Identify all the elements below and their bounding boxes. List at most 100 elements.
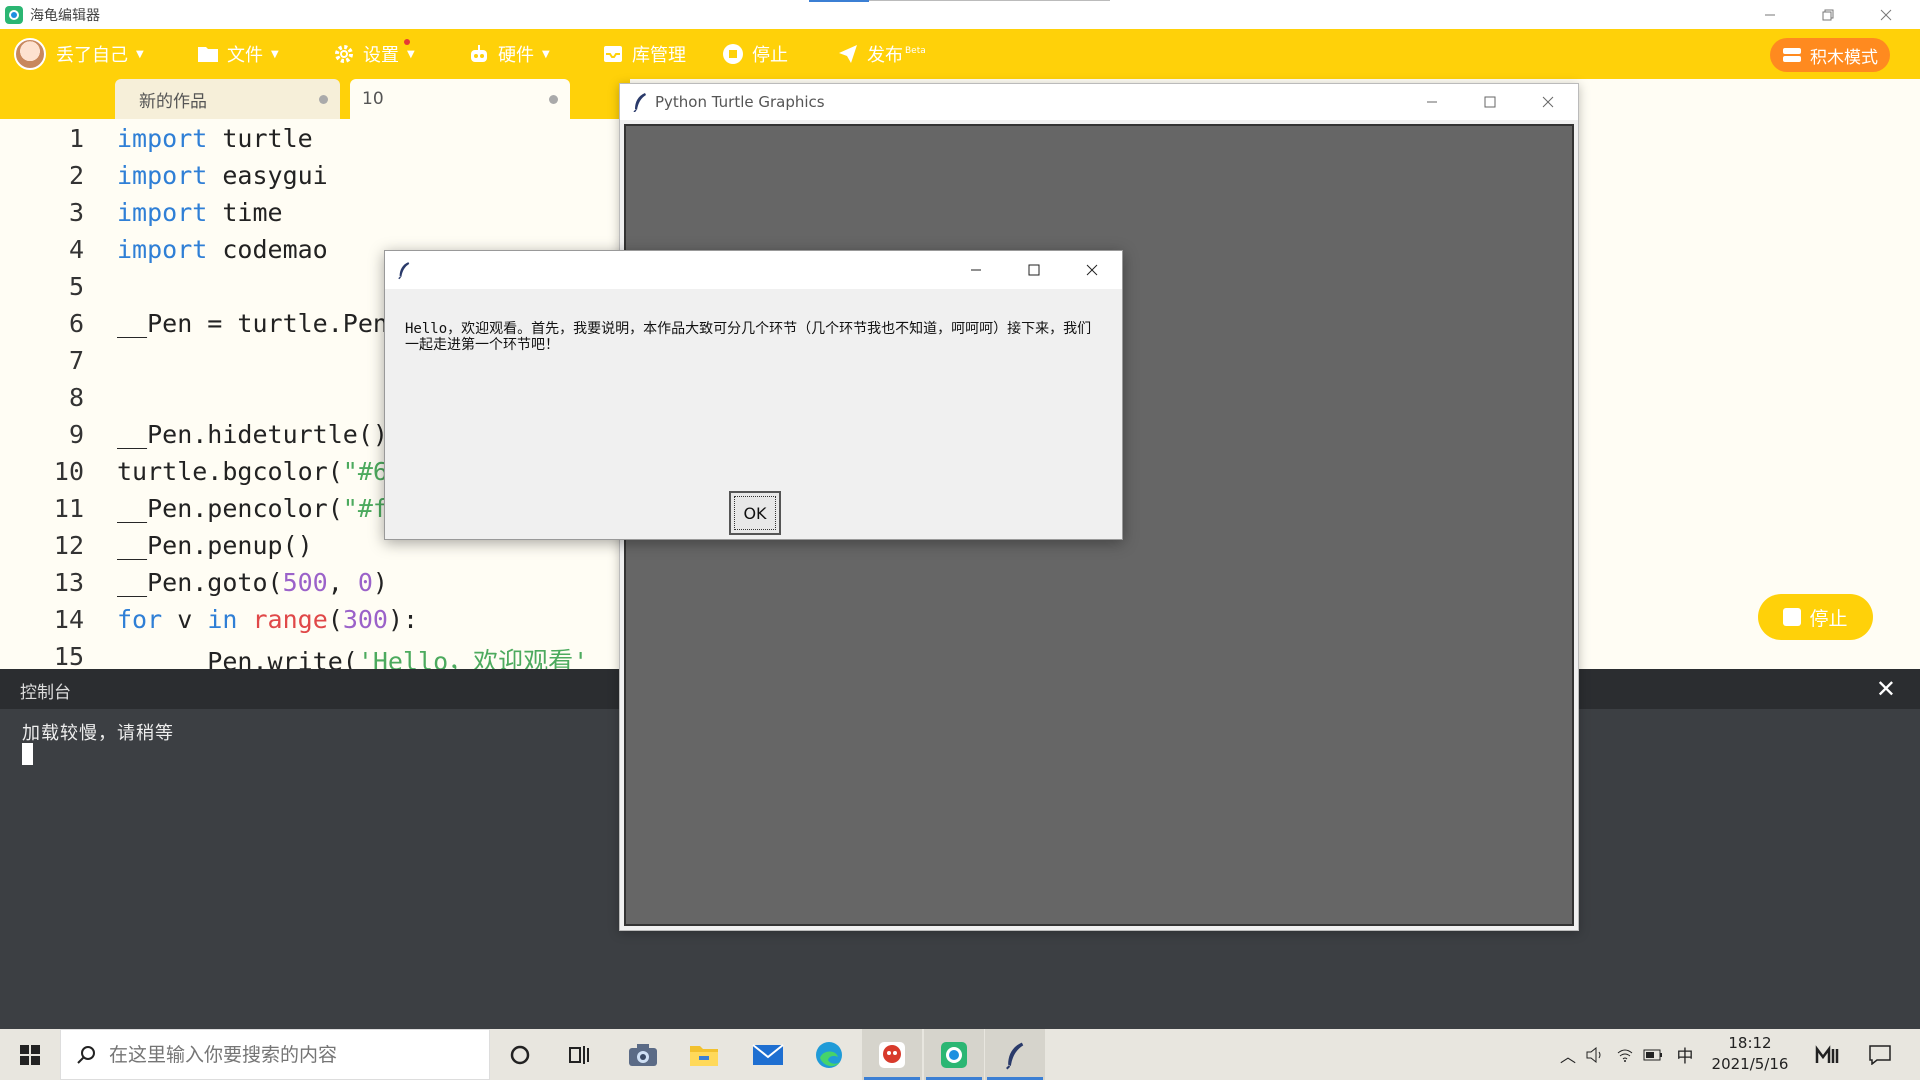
volume-button[interactable] <box>1582 1029 1608 1080</box>
stop-button[interactable]: 停止 <box>722 29 788 79</box>
close-button[interactable] <box>1063 251 1121 289</box>
library-button[interactable]: 库管理 <box>602 29 686 79</box>
user-name: 丢了自己 <box>56 45 128 66</box>
cortana-button[interactable] <box>490 1029 550 1080</box>
folder-icon <box>198 47 218 62</box>
search-input[interactable] <box>109 1043 469 1066</box>
settings-menu-label: 设置 <box>363 45 399 66</box>
notification-center-button[interactable] <box>1860 1029 1900 1080</box>
floating-stop-label: 停止 <box>1809 607 1848 630</box>
title-bar: 海龟编辑器 <box>0 0 1920 29</box>
paper-plane-icon <box>839 45 857 63</box>
blocks-icon <box>1783 48 1801 62</box>
battery-button[interactable] <box>1640 1029 1666 1080</box>
minimize-icon <box>1427 101 1437 103</box>
library-label: 库管理 <box>632 45 686 66</box>
clock-date: 2021/5/16 <box>1711 1055 1789 1073</box>
windows-logo-icon <box>20 1044 40 1065</box>
maximize-button[interactable] <box>1005 251 1063 289</box>
tab-10[interactable]: 10 <box>350 79 570 119</box>
show-hidden-icons-button[interactable]: ︿ <box>1556 1029 1580 1080</box>
clock[interactable]: 18:12 2021/5/16 <box>1705 1033 1795 1075</box>
clock-time: 18:12 <box>1728 1034 1772 1052</box>
message-dialog: Hello，欢迎观看。首先，我要说明，本作品大致可分几个环节（几个环节我也不知道… <box>384 250 1123 540</box>
chevron-down-icon: ▼ <box>271 48 279 60</box>
taskbar-search[interactable] <box>60 1029 490 1080</box>
tab-label: 新的作品 <box>139 91 207 112</box>
block-mode-button[interactable]: 积木模式 <box>1770 38 1890 72</box>
turtle-editor-logo-icon <box>5 5 23 24</box>
floating-stop-button[interactable]: 停止 <box>1758 594 1873 640</box>
chevron-down-icon: ▼ <box>407 48 415 60</box>
console-output: 加载较慢，请稍等 <box>22 723 174 744</box>
beta-badge: Beta <box>905 46 926 56</box>
main-toolbar: 丢了自己 ▼ 文件 ▼ 设置 ▼ 硬件 ▼ 库管理 停止 发布 Beta 积木模… <box>0 29 1920 79</box>
start-button[interactable] <box>0 1029 60 1080</box>
stop-label: 停止 <box>752 45 788 66</box>
user-menu[interactable]: 丢了自己 ▼ <box>14 29 144 79</box>
app-tray-icon[interactable] <box>1808 1029 1848 1080</box>
ime-indicator[interactable]: 中 <box>1670 1029 1700 1080</box>
python-turtle-app[interactable] <box>985 1029 1045 1080</box>
notification-dot <box>404 39 410 45</box>
task-view-icon <box>569 1045 589 1064</box>
dialog-message: Hello，欢迎观看。首先，我要说明，本作品大致可分几个环节（几个环节我也不知道… <box>405 321 1092 353</box>
mail-icon <box>752 1043 784 1065</box>
camera-app[interactable] <box>613 1029 673 1080</box>
close-button[interactable] <box>1519 84 1577 120</box>
task-view-button[interactable] <box>550 1029 610 1080</box>
turtle-window-titlebar[interactable]: Python Turtle Graphics <box>620 84 1578 120</box>
edge-browser-app[interactable] <box>799 1029 859 1080</box>
avatar <box>14 38 46 70</box>
minimize-icon <box>971 269 981 271</box>
cortana-circle-icon <box>510 1045 530 1064</box>
restore-icon <box>1822 9 1834 20</box>
settings-menu[interactable]: 设置 ▼ <box>333 29 415 79</box>
file-menu-label: 文件 <box>227 45 263 66</box>
speaker-icon <box>1586 1046 1601 1063</box>
file-explorer-app[interactable] <box>674 1029 734 1080</box>
hardware-menu-label: 硬件 <box>498 45 534 66</box>
folder-icon <box>690 1045 718 1066</box>
turtle-editor-logo-icon <box>941 1041 967 1068</box>
turtle-window-title: Python Turtle Graphics <box>655 93 825 111</box>
publish-label: 发布 <box>867 45 903 66</box>
minimize-button[interactable] <box>1403 84 1461 120</box>
speech-bubble-icon <box>1869 1044 1891 1065</box>
mi-logo-icon <box>1815 1044 1839 1063</box>
hardware-menu[interactable]: 硬件 ▼ <box>468 29 550 79</box>
file-menu[interactable]: 文件 ▼ <box>197 29 279 79</box>
taskbar: ︿ 中 18:12 2021/5/16 <box>0 1029 1920 1080</box>
close-icon <box>1880 9 1892 20</box>
robot-icon <box>471 45 487 62</box>
close-icon[interactable]: ✕ <box>1876 675 1896 703</box>
tab-new-work[interactable]: 新的作品 <box>115 79 340 119</box>
ok-button[interactable]: OK <box>729 491 781 535</box>
maximize-icon <box>1484 96 1496 108</box>
battery-icon <box>1643 1049 1662 1060</box>
close-button[interactable] <box>1858 0 1914 29</box>
maximize-button[interactable] <box>1461 84 1519 120</box>
inbox-icon <box>604 46 622 62</box>
wifi-icon <box>1617 1049 1633 1062</box>
camera-icon <box>629 1043 657 1066</box>
chevron-up-icon: ︿ <box>1559 1046 1576 1066</box>
network-button[interactable] <box>1612 1029 1638 1080</box>
minimize-button[interactable] <box>947 251 1005 289</box>
turtle-editor-app[interactable] <box>924 1029 984 1080</box>
restore-button[interactable] <box>1800 0 1856 29</box>
minimize-icon <box>1765 14 1775 15</box>
minimize-button[interactable] <box>1742 0 1798 29</box>
unsaved-dot-icon <box>319 95 328 104</box>
gear-icon <box>335 45 353 63</box>
text-cursor <box>22 743 33 765</box>
feather-icon <box>398 262 410 280</box>
taskbar-app-red[interactable] <box>862 1029 922 1080</box>
mail-app[interactable] <box>738 1029 798 1080</box>
feather-icon <box>1006 1042 1024 1069</box>
close-icon <box>1086 264 1098 276</box>
publish-button[interactable]: 发布 Beta <box>837 29 926 79</box>
feather-icon <box>633 93 646 112</box>
dialog-titlebar[interactable] <box>385 251 1122 289</box>
stop-icon <box>723 44 743 64</box>
